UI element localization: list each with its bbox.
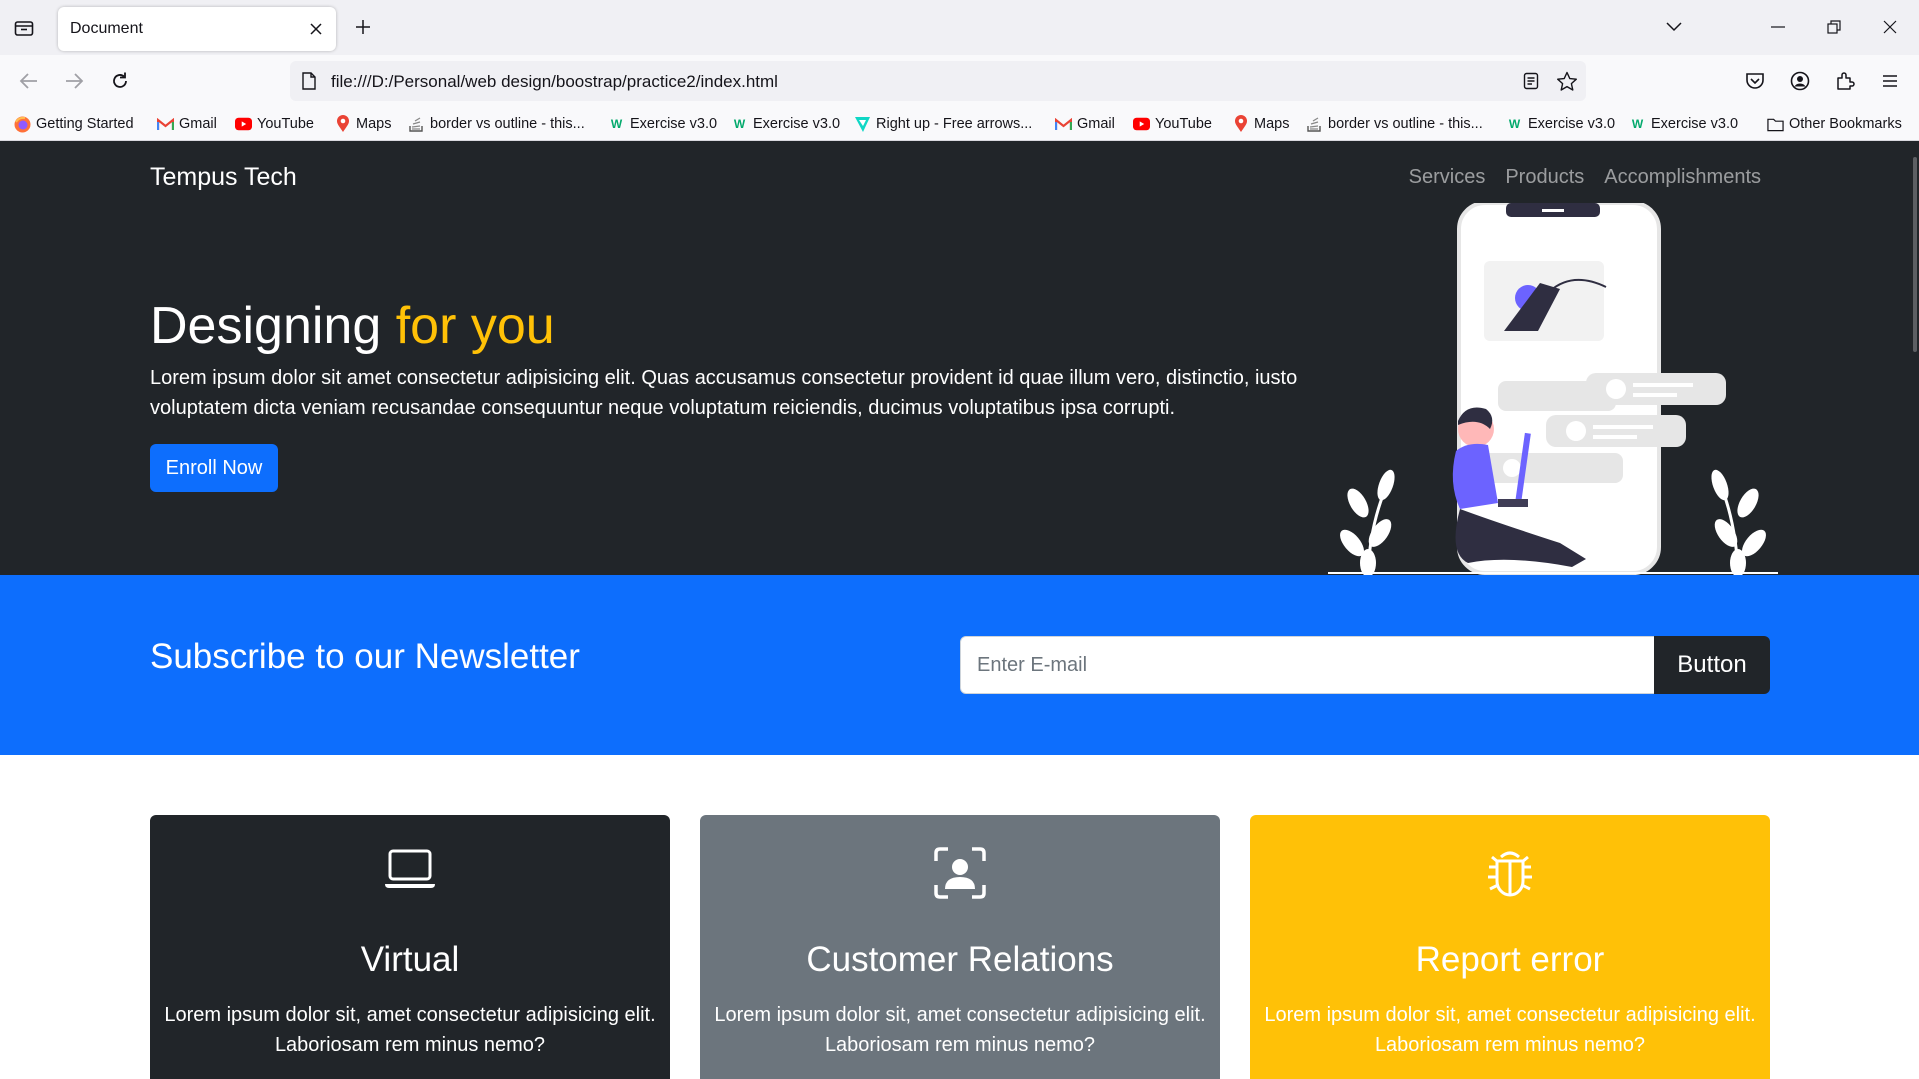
menu-hamburger-icon[interactable] (1873, 65, 1907, 97)
hero-text: Lorem ipsum dolor sit amet consectetur a… (150, 367, 1298, 419)
bookmark-exercise-3[interactable]: W Exercise v3.0 (1506, 113, 1615, 135)
hero-title-accent: for you (395, 297, 555, 355)
w3schools-icon: W (610, 117, 623, 131)
bookmark-gmail-2[interactable]: Gmail (1055, 113, 1115, 135)
card-customer-relations: Customer Relations Lorem ipsum dolor sit… (700, 815, 1220, 1079)
youtube-icon (1133, 116, 1150, 133)
newsletter-title: Subscribe to our Newsletter (150, 637, 580, 676)
gmail-icon (1055, 116, 1072, 133)
nav-link-accomplishments[interactable]: Accomplishments (1604, 166, 1761, 189)
back-arrow-icon[interactable] (12, 65, 46, 97)
web-page: Tempus Tech Services Products Accomplish… (0, 141, 1919, 1079)
bookmarks-bar: Getting Started Gmail YouTube Maps borde… (0, 107, 1919, 141)
bookmark-gmail[interactable]: Gmail (157, 113, 217, 135)
gmail-icon (157, 116, 174, 133)
hero-title: Designing for you (150, 296, 555, 356)
card-text: Lorem ipsum dolor sit, amet consectetur … (714, 1004, 1206, 1056)
flaticon-icon (854, 116, 871, 133)
browser-toolbar: file:///D:/Personal/web design/boostrap/… (0, 55, 1919, 107)
bug-icon (1250, 847, 1770, 903)
card-title: Report error (1415, 940, 1605, 979)
reader-view-icon[interactable] (1518, 69, 1544, 93)
new-tab-icon[interactable] (348, 12, 378, 42)
newsletter-section: Subscribe to our Newsletter Enter E-mail… (0, 575, 1919, 755)
bookmark-star-icon[interactable] (1554, 69, 1580, 93)
email-input[interactable]: Enter E-mail (960, 636, 1655, 694)
enroll-now-button[interactable]: Enroll Now (150, 444, 278, 492)
nav-link-services[interactable]: Services (1409, 166, 1486, 189)
features-section: Virtual Lorem ipsum dolor sit, amet cons… (0, 755, 1919, 1079)
card-title: Customer Relations (806, 940, 1114, 979)
card-report-error: Report error Lorem ipsum dolor sit, amet… (1250, 815, 1770, 1079)
restore-icon[interactable] (1814, 8, 1854, 46)
tab-overflow-chevron-down-icon[interactable] (1654, 8, 1694, 46)
forward-arrow-icon[interactable] (57, 65, 91, 97)
bookmark-border-vs-outline-2[interactable]: border vs outline - this... (1306, 113, 1483, 135)
brand-logo[interactable]: Tempus Tech (150, 163, 297, 192)
url-text: file:///D:/Personal/web design/boostrap/… (331, 72, 778, 91)
w3schools-icon: W (733, 117, 746, 131)
close-tab-icon[interactable] (306, 19, 326, 39)
maps-icon (334, 115, 351, 133)
active-tab[interactable]: Document (58, 7, 336, 51)
laptop-icon (150, 847, 670, 903)
firefox-icon (14, 116, 31, 133)
reload-icon[interactable] (103, 65, 137, 97)
stackoverflow-icon (408, 116, 425, 133)
bookmark-youtube[interactable]: YouTube (235, 113, 314, 135)
stackoverflow-icon (1306, 116, 1323, 133)
site-nav: Services Products Accomplishments (1409, 166, 1761, 189)
page-scrollbar[interactable] (1913, 157, 1917, 352)
bookmark-exercise-2[interactable]: W Exercise v3.0 (731, 113, 840, 135)
card-title: Virtual (360, 940, 460, 979)
card-virtual: Virtual Lorem ipsum dolor sit, amet cons… (150, 815, 670, 1079)
w3schools-icon: W (1508, 117, 1521, 131)
hero-title-main: Designing (150, 297, 382, 355)
subscribe-button[interactable]: Button (1654, 636, 1770, 694)
extensions-icon[interactable] (1828, 65, 1862, 97)
tab-title: Document (70, 20, 143, 37)
pocket-icon[interactable] (1738, 65, 1772, 97)
other-bookmarks[interactable]: Other Bookmarks (1767, 113, 1902, 135)
file-page-icon (296, 69, 322, 93)
bookmark-youtube-2[interactable]: YouTube (1133, 113, 1212, 135)
account-icon[interactable] (1783, 65, 1817, 97)
folder-icon (1767, 116, 1784, 133)
bookmark-maps[interactable]: Maps (334, 113, 391, 135)
maps-icon (1232, 115, 1249, 133)
bookmark-getting-started[interactable]: Getting Started (14, 113, 134, 135)
url-bar[interactable]: file:///D:/Personal/web design/boostrap/… (290, 61, 1586, 101)
nav-link-products[interactable]: Products (1505, 166, 1584, 189)
person-bounding-box-icon (700, 847, 1220, 903)
bookmark-border-vs-outline[interactable]: border vs outline - this... (408, 113, 585, 135)
w3schools-icon: W (1631, 117, 1644, 131)
bookmark-right-up-arrows[interactable]: Right up - Free arrows... (854, 113, 1032, 135)
hero-illustration (1328, 203, 1778, 575)
tab-list-icon[interactable] (8, 13, 40, 43)
bookmark-maps-2[interactable]: Maps (1232, 113, 1289, 135)
youtube-icon (235, 116, 252, 133)
hero-section: Tempus Tech Services Products Accomplish… (0, 141, 1919, 575)
bookmark-exercise-1[interactable]: W Exercise v3.0 (608, 113, 717, 135)
card-text: Lorem ipsum dolor sit, amet consectetur … (164, 1004, 656, 1056)
bookmark-exercise-4[interactable]: W Exercise v3.0 (1629, 113, 1738, 135)
card-text: Lorem ipsum dolor sit, amet consectetur … (1264, 1004, 1756, 1056)
minimize-icon[interactable] (1758, 8, 1798, 46)
tab-bar: Document (0, 0, 1919, 55)
close-window-icon[interactable] (1870, 8, 1910, 46)
